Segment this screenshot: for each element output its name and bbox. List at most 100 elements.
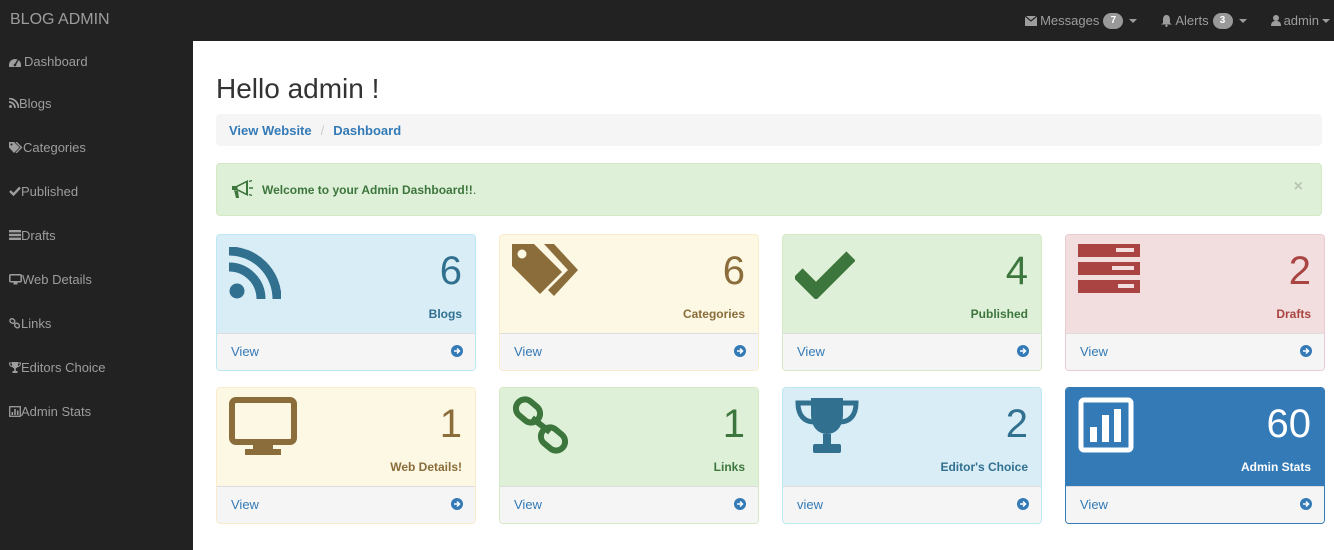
sidebar-item-web-details[interactable]: Web Details <box>0 257 193 301</box>
alerts-dropdown[interactable]: Alerts 3 <box>1149 0 1258 41</box>
panel-label: Published <box>970 307 1028 321</box>
brand-title[interactable]: BLOG ADMIN <box>10 0 110 41</box>
panel-view-link[interactable]: View <box>217 486 475 523</box>
user-icon <box>1270 15 1281 26</box>
view-link[interactable]: View <box>231 497 259 512</box>
sidebar-item-drafts[interactable]: Drafts <box>0 213 193 257</box>
envelope-icon <box>1025 15 1038 26</box>
sidebar-item-editors-choice[interactable]: Editors Choice <box>0 345 193 389</box>
panel-view-link[interactable]: View <box>217 333 475 370</box>
alerts-badge: 3 <box>1212 12 1233 29</box>
desktop-icon <box>9 273 22 284</box>
view-link[interactable]: View <box>514 497 542 512</box>
arrow-circle-right-icon[interactable] <box>451 498 463 510</box>
panel-view-link[interactable]: View <box>500 333 758 370</box>
panel-count: 60 <box>1266 402 1312 446</box>
desktop-icon <box>229 397 297 455</box>
trophy-icon <box>795 398 859 453</box>
panel-label: Web Details! <box>390 460 462 474</box>
breadcrumb-separator: / <box>320 122 325 138</box>
check-icon <box>795 251 855 299</box>
messages-badge: 7 <box>1103 12 1124 29</box>
chevron-down-icon <box>1129 18 1138 23</box>
list-icon <box>1078 244 1140 293</box>
alert-text-suffix: . <box>472 182 477 197</box>
main-content: Hello admin ! View Website / Dashboard W… <box>193 41 1334 550</box>
panel-count: 2 <box>1288 249 1311 293</box>
alert-close-button[interactable]: × <box>1294 178 1303 196</box>
panel-links: 1 Links View <box>499 387 759 524</box>
rss-icon <box>9 98 19 108</box>
arrow-circle-right-icon[interactable] <box>451 345 463 357</box>
arrow-circle-right-icon[interactable] <box>734 498 746 510</box>
view-link[interactable]: View <box>797 344 825 359</box>
sidebar-item-admin-stats[interactable]: Admin Stats <box>0 389 193 433</box>
chevron-down-icon <box>1238 18 1247 23</box>
panel-count: 1 <box>722 402 745 446</box>
breadcrumb-view-website[interactable]: View Website <box>229 123 312 138</box>
sidebar-item-label: Editors Choice <box>21 359 106 375</box>
panel-published: 4 Published View <box>782 234 1042 371</box>
top-nav: Messages 7 Alerts 3 admin <box>1013 0 1334 41</box>
bar-chart-icon <box>1078 397 1134 453</box>
page-title: Hello admin ! <box>216 73 380 104</box>
link-icon <box>9 317 21 328</box>
sidebar-item-links[interactable]: Links <box>0 301 193 345</box>
arrow-circle-right-icon[interactable] <box>1017 345 1029 357</box>
panel-view-link[interactable]: View <box>783 333 1041 370</box>
panel-web-details: 1 Web Details! View <box>216 387 476 524</box>
panel-admin-stats: 60 Admin Stats View <box>1065 387 1325 524</box>
link-icon <box>512 396 569 454</box>
view-link[interactable]: View <box>231 344 259 359</box>
sidebar-item-categories[interactable]: Categories <box>0 125 193 169</box>
top-navbar: BLOG ADMIN Messages 7 Alerts 3 admin <box>0 0 1334 41</box>
sidebar-item-label: Links <box>21 315 52 331</box>
sidebar-item-label: Web Details <box>22 271 92 287</box>
messages-dropdown[interactable]: Messages 7 <box>1013 0 1149 41</box>
sidebar-item-published[interactable]: Published <box>0 169 193 213</box>
view-link[interactable]: View <box>1080 497 1108 512</box>
sidebar-item-label: Published <box>21 183 79 199</box>
bell-icon <box>1161 14 1173 27</box>
panel-editors-choice: 2 Editor's Choice view <box>782 387 1042 524</box>
tags-icon <box>512 244 578 296</box>
breadcrumb-dashboard[interactable]: Dashboard <box>333 123 401 138</box>
view-link[interactable]: View <box>514 344 542 359</box>
sidebar-item-label: Dashboard <box>24 53 88 69</box>
messages-label: Messages <box>1040 13 1100 28</box>
panel-count: 6 <box>439 249 462 293</box>
panel-label: Drafts <box>1276 307 1311 321</box>
view-link[interactable]: view <box>797 497 823 512</box>
panel-count: 6 <box>722 249 745 293</box>
breadcrumb: View Website / Dashboard <box>216 114 1322 146</box>
sidebar-item-blogs[interactable]: Blogs <box>0 81 193 125</box>
sidebar-item-label: Categories <box>23 139 86 155</box>
panel-blogs: 6 Blogs View <box>216 234 476 371</box>
list-icon <box>9 230 21 240</box>
bar-chart-icon <box>9 405 21 417</box>
panel-view-link[interactable]: View <box>1066 333 1324 370</box>
chevron-down-icon <box>1322 18 1330 23</box>
bullhorn-icon <box>232 179 253 198</box>
panel-count: 2 <box>1005 402 1028 446</box>
arrow-circle-right-icon[interactable] <box>734 345 746 357</box>
sidebar-item-dashboard[interactable]: Dashboard <box>0 41 193 81</box>
panel-view-link[interactable]: View <box>500 486 758 523</box>
panel-view-link[interactable]: View <box>1066 486 1324 523</box>
rss-icon <box>229 247 281 299</box>
sidebar-item-label: Drafts <box>21 227 56 243</box>
view-link[interactable]: View <box>1080 344 1108 359</box>
arrow-circle-right-icon[interactable] <box>1300 498 1312 510</box>
arrow-circle-right-icon[interactable] <box>1017 498 1029 510</box>
user-dropdown[interactable]: admin <box>1259 0 1334 41</box>
user-label: admin <box>1283 13 1319 28</box>
dashboard-icon <box>9 58 21 67</box>
arrow-circle-right-icon[interactable] <box>1300 345 1312 357</box>
trophy-icon <box>9 361 21 373</box>
panel-label: Editor's Choice <box>940 460 1028 474</box>
sidebar: Dashboard Blogs Categories Published Dra… <box>0 41 193 550</box>
panel-count: 4 <box>1005 249 1028 293</box>
panel-label: Blogs <box>428 307 462 321</box>
check-icon <box>9 186 21 196</box>
panel-view-link[interactable]: view <box>783 486 1041 523</box>
